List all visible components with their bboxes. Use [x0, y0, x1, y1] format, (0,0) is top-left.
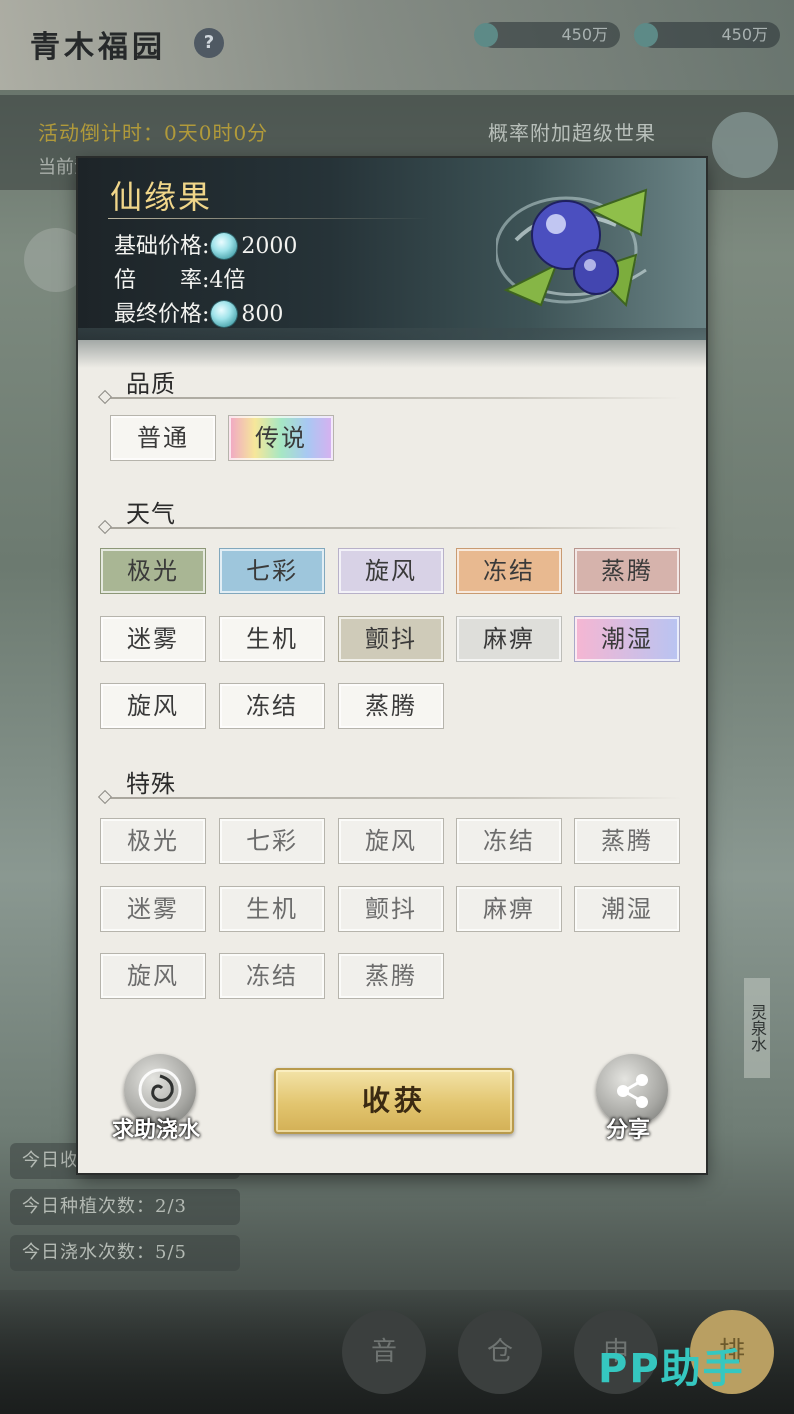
weather-tag-vitality[interactable]: 生机: [219, 616, 325, 662]
base-price-label: 基础价格:: [114, 234, 210, 259]
gem-icon: [474, 23, 498, 47]
weather-tag-whirlwind-2[interactable]: 旋风: [100, 683, 206, 729]
garden-title: 青木福园: [30, 30, 166, 65]
share-label[interactable]: 分享: [606, 1112, 650, 1144]
section-divider: [97, 789, 682, 805]
special-tag-whirlwind-2[interactable]: 旋风: [100, 953, 206, 999]
quality-tag-common[interactable]: 普通: [110, 415, 216, 461]
title-divider: [108, 218, 428, 219]
special-tag-freeze-2[interactable]: 冻结: [219, 953, 325, 999]
weather-tag-rainbow[interactable]: 七彩: [219, 548, 325, 594]
quality-section-title: 品质: [126, 370, 176, 398]
spring-water-tag[interactable]: 灵泉水: [744, 978, 770, 1078]
final-price-value: 800: [241, 302, 284, 327]
weather-tag-whirlwind[interactable]: 旋风: [338, 548, 444, 594]
probability-note: 概率附加超级世果: [488, 121, 656, 145]
harvest-button[interactable]: 收获: [274, 1068, 514, 1134]
weather-section-title: 天气: [126, 500, 176, 528]
weather-tag-freeze-2[interactable]: 冻结: [219, 683, 325, 729]
special-tag-steam-2[interactable]: 蒸腾: [338, 953, 444, 999]
special-tag-freeze[interactable]: 冻结: [456, 818, 562, 864]
weather-tag-aurora[interactable]: 极光: [100, 548, 206, 594]
special-tag-aurora[interactable]: 极光: [100, 818, 206, 864]
special-tag-paralysis[interactable]: 麻痹: [456, 886, 562, 932]
fruit-icon: [496, 188, 648, 308]
jade-coin-icon: [211, 301, 238, 327]
bottom-button-2[interactable]: 仓: [458, 1310, 542, 1394]
weather-tag-paralysis[interactable]: 麻痹: [456, 616, 562, 662]
final-price-row: 最终价格: 800: [114, 296, 283, 328]
weather-tag-steam[interactable]: 蒸腾: [574, 548, 680, 594]
watermark: PP助手: [598, 1346, 745, 1392]
rate-value: 4倍: [209, 268, 246, 293]
section-divider: [97, 519, 682, 535]
stat-water-count: 今日浇水次数：5/5: [10, 1235, 240, 1271]
weather-tag-mist[interactable]: 迷雾: [100, 616, 206, 662]
section-divider: [97, 389, 682, 405]
weather-tag-tremble[interactable]: 颤抖: [338, 616, 444, 662]
special-tag-humid[interactable]: 潮湿: [574, 886, 680, 932]
item-name: 仙缘果: [110, 178, 213, 216]
currency-counter-2[interactable]: 450万: [634, 22, 780, 48]
help-icon[interactable]: ?: [194, 28, 224, 58]
diamond-icon: [97, 519, 113, 535]
diamond-icon: [97, 789, 113, 805]
special-tag-mist[interactable]: 迷雾: [100, 886, 206, 932]
currency-value: 450万: [721, 25, 768, 44]
weather-tag-steam-2[interactable]: 蒸腾: [338, 683, 444, 729]
jade-coin-icon: [211, 233, 238, 259]
gem-icon: [634, 23, 658, 47]
dialog-header: 仙缘果 基础价格: 2000 倍 率:4倍 最终价格: 800: [78, 158, 706, 368]
fruit-detail-dialog: 仙缘果 基础价格: 2000 倍 率:4倍 最终价格: 800 品质 普通 传说 天…: [78, 158, 706, 1173]
special-tag-tremble[interactable]: 颤抖: [338, 886, 444, 932]
base-price-value: 2000: [241, 234, 298, 259]
special-tag-whirlwind[interactable]: 旋风: [338, 818, 444, 864]
special-tag-vitality[interactable]: 生机: [219, 886, 325, 932]
final-price-label: 最终价格:: [114, 302, 210, 327]
bottom-button-1[interactable]: 音: [342, 1310, 426, 1394]
stat-plant-count: 今日种植次数：2/3: [10, 1189, 240, 1225]
event-countdown: 活动倒计时：0天0时0分: [38, 121, 269, 145]
special-section-title: 特殊: [126, 770, 176, 798]
base-price-row: 基础价格: 2000: [114, 228, 297, 260]
rate-row: 倍 率:4倍: [114, 262, 245, 294]
quality-tag-legend[interactable]: 传说: [228, 415, 334, 461]
special-tag-rainbow[interactable]: 七彩: [219, 818, 325, 864]
currency-counter-1[interactable]: 450万: [474, 22, 620, 48]
weather-tag-freeze[interactable]: 冻结: [456, 548, 562, 594]
diamond-icon: [97, 389, 113, 405]
event-icon[interactable]: [712, 112, 778, 178]
special-tag-steam[interactable]: 蒸腾: [574, 818, 680, 864]
rate-label: 倍 率:: [114, 268, 210, 293]
weather-tag-humid[interactable]: 潮湿: [574, 616, 680, 662]
currency-value: 450万: [561, 25, 608, 44]
help-water-label[interactable]: 求助浇水: [112, 1112, 200, 1144]
